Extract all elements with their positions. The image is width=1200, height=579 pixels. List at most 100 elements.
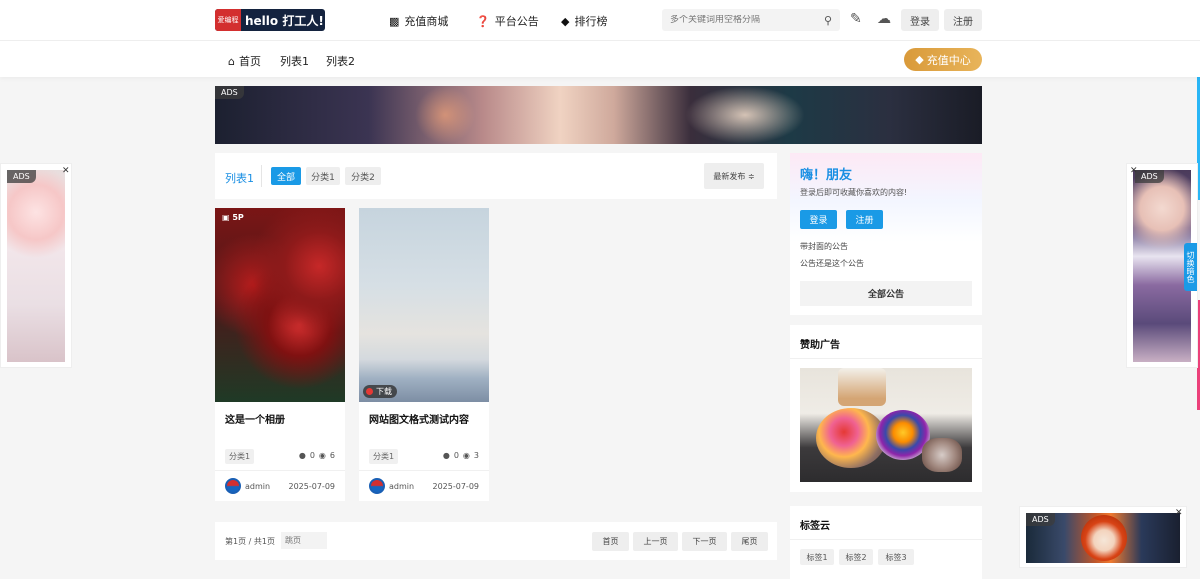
welcome-title: 嗨！朋友 (800, 168, 853, 183)
subnav-home[interactable]: ⌂ 首页 (228, 53, 261, 69)
tags-icon: ◆ (561, 14, 570, 28)
left-float-ad[interactable]: ADS ✕ (0, 163, 72, 368)
first-page-button[interactable]: 首页 (592, 532, 629, 551)
divider (261, 165, 262, 187)
filter-chip-cat1[interactable]: 分类1 (306, 167, 340, 185)
divider (790, 539, 982, 540)
post-stats: ● 0 ◉ 6 (298, 451, 335, 460)
subnav-list2[interactable]: 列表2 (326, 53, 355, 69)
tag-cloud-widget: 标签云 标签1 标签2 标签3 (790, 506, 982, 579)
banner-art (415, 86, 475, 144)
filter-chip-all[interactable]: 全部 (271, 167, 301, 185)
chat-icon[interactable]: ☁ (877, 11, 891, 27)
nav-ranking[interactable]: ◆ 排行榜 (561, 13, 607, 29)
widget-title: 标签云 (800, 521, 830, 532)
widget-title: 赞助广告 (800, 340, 840, 351)
download-dot-icon (366, 388, 373, 395)
search-icon[interactable]: ⚲ (824, 14, 832, 27)
recharge-label: 充值中心 (926, 53, 971, 67)
close-icon[interactable]: ✕ (62, 166, 70, 176)
tag-link[interactable]: 标签2 (839, 549, 873, 565)
login-button[interactable]: 登录 (901, 9, 939, 31)
post-title[interactable]: 这是一个相册 (225, 411, 285, 426)
sort-dropdown[interactable]: 最新发布 ≑ (704, 163, 764, 189)
top-banner-ad[interactable]: ADS (215, 86, 982, 144)
post-thumbnail[interactable]: 下载 (359, 208, 489, 402)
nav-label: 平台公告 (494, 15, 539, 28)
last-page-button[interactable]: 尾页 (731, 532, 768, 551)
theme-switch-button[interactable]: 切换暗色 (1184, 243, 1197, 291)
close-icon[interactable]: ✕ (1175, 508, 1183, 518)
nav-announcements[interactable]: ❓ 平台公告 (476, 13, 539, 29)
home-icon: ⌂ (228, 54, 235, 68)
jump-page-input[interactable] (281, 532, 327, 549)
next-page-button[interactable]: 下一页 (682, 532, 727, 551)
top-header: 爱编程 hello 打工人! ▩ 充值商城 ❓ 平台公告 ◆ 排行榜 ⚲ ✎ ☁… (0, 0, 1200, 41)
divider (359, 470, 489, 471)
post-card[interactable]: ▣ 5P 这是一个相册 分类1 ● 0 ◉ 6 admin 2025-07-09 (215, 208, 345, 501)
recharge-center-button[interactable]: ◆ 充值中心 (904, 48, 982, 71)
welcome-subtitle: 登录后即可收藏你喜欢的内容! (800, 188, 908, 197)
avatar[interactable] (225, 478, 241, 494)
side-dish (922, 438, 962, 472)
avatar[interactable] (369, 478, 385, 494)
post-date: 2025-07-09 (288, 482, 336, 491)
all-notices-button[interactable]: 全部公告 (800, 281, 972, 306)
tag-link[interactable]: 标签1 (800, 549, 834, 565)
right-ad-image[interactable] (1133, 170, 1191, 362)
nav-label: 排行榜 (574, 15, 608, 28)
edit-icon[interactable]: ✎ (850, 11, 862, 27)
image-count-badge: ▣ 5P (222, 213, 244, 222)
comment-icon: ● (298, 451, 306, 460)
category-tag[interactable]: 分类1 (369, 449, 399, 464)
post-thumbnail[interactable]: ▣ 5P (215, 208, 345, 402)
sidebar-register-button[interactable]: 注册 (846, 210, 883, 229)
filter-chip-cat2[interactable]: 分类2 (345, 167, 381, 185)
divider (790, 358, 982, 359)
subnav-list1[interactable]: 列表1 (280, 53, 309, 69)
logo-text: hello 打工人! (245, 13, 324, 28)
author-name[interactable]: admin (245, 482, 270, 491)
site-logo[interactable]: 爱编程 hello 打工人! (215, 9, 325, 31)
divider (215, 470, 345, 471)
download-badge: 下载 (363, 385, 397, 398)
close-icon[interactable]: ✕ (1130, 166, 1138, 176)
filter-bar: 列表1 全部 分类1 分类2 最新发布 ≑ (215, 153, 777, 199)
pagination: 第1页 / 共1页 首页 上一页 下一页 尾页 (215, 522, 777, 560)
banner-art-face (685, 86, 805, 144)
post-title[interactable]: 网站图文格式测试内容 (369, 411, 469, 426)
search-box: ⚲ (662, 9, 840, 31)
sponsor-ad-image[interactable] (800, 368, 972, 482)
notice-link[interactable]: 公告还是这个公告 (800, 258, 864, 269)
question-circle-icon: ❓ (476, 14, 490, 28)
nav-recharge-mall[interactable]: ▩ 充值商城 (389, 13, 448, 29)
sidebar-login-button[interactable]: 登录 (800, 210, 837, 229)
ads-label: ADS (215, 86, 244, 99)
author-name[interactable]: admin (389, 482, 414, 491)
sub-navigation: ⌂ 首页 列表1 列表2 ◆ 充值中心 (0, 41, 1200, 77)
prev-page-button[interactable]: 上一页 (633, 532, 678, 551)
eye-icon: ◉ (318, 451, 326, 460)
post-date: 2025-07-09 (432, 482, 480, 491)
subnav-label: 首页 (238, 55, 261, 68)
clown-figure (1081, 515, 1127, 561)
category-tag[interactable]: 分类1 (225, 449, 255, 464)
logo-badge: 爱编程 (215, 9, 241, 31)
list-title: 列表1 (225, 172, 254, 185)
sponsor-widget: 赞助广告 (790, 325, 982, 492)
drink-glass (838, 368, 886, 406)
nav-label: 充值商城 (404, 15, 449, 28)
notice-link[interactable]: 带封面的公告 (800, 241, 848, 252)
welcome-widget: 嗨！朋友 登录后即可收藏你喜欢的内容! 登录 注册 带封面的公告 公告还是这个公… (790, 153, 982, 315)
diamond-icon: ◆ (915, 53, 924, 66)
tag-link[interactable]: 标签3 (878, 549, 914, 565)
page-info: 第1页 / 共1页 (225, 537, 275, 546)
corner-float-ad[interactable]: ADS ✕ (1019, 506, 1187, 568)
shop-icon: ▩ (389, 14, 400, 28)
search-input[interactable] (670, 15, 810, 25)
ads-label: ADS (1026, 513, 1055, 526)
ads-label: ADS (1135, 170, 1164, 183)
post-card[interactable]: 下载 网站图文格式测试内容 分类1 ● 0 ◉ 3 admin 2025-07-09 (359, 208, 489, 501)
left-ad-image[interactable] (7, 170, 65, 362)
register-button[interactable]: 注册 (944, 9, 982, 31)
